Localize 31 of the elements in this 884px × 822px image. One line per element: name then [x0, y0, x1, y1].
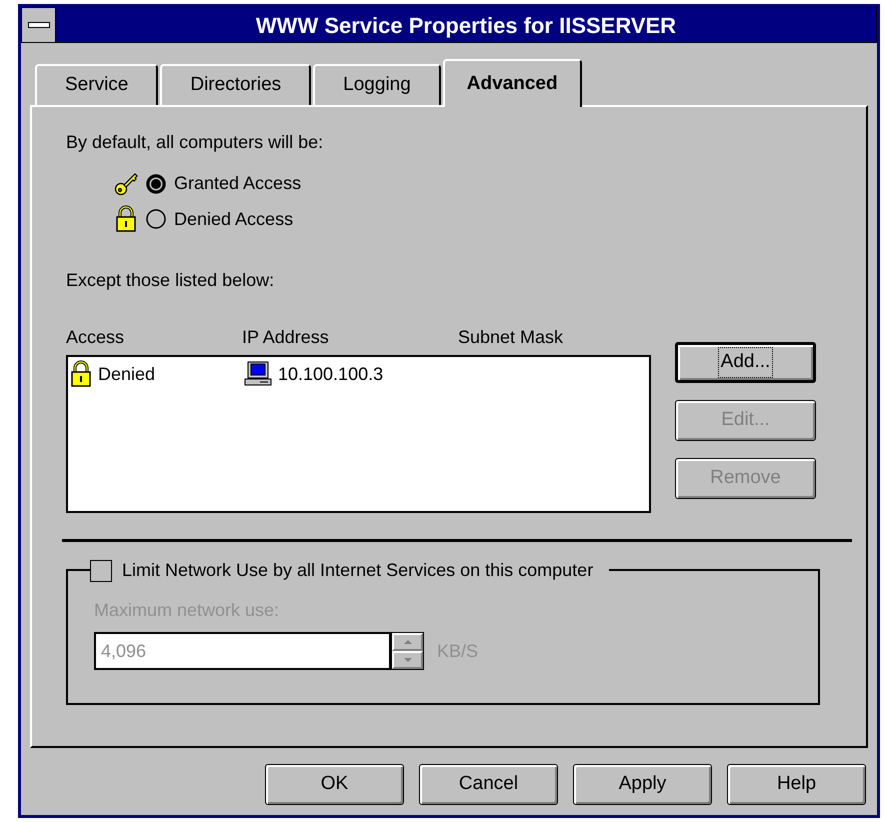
radio-label: Granted Access — [174, 172, 302, 195]
ip-address-cell-text: 10.100.100.3 — [278, 362, 384, 386]
column-header: IP Address — [242, 326, 330, 349]
column-header: Access — [66, 326, 126, 349]
radio-button[interactable] — [146, 209, 166, 229]
dialog-button[interactable]: Help — [727, 764, 866, 805]
padlock-icon — [70, 360, 92, 388]
column-header: Subnet Mask — [458, 326, 564, 349]
default-label: By default, all computers will be: — [66, 131, 324, 154]
computer-icon — [244, 361, 272, 387]
access-cell-text: Denied — [98, 362, 156, 386]
down-arrow-icon — [404, 658, 412, 662]
system-menu-button[interactable] — [22, 8, 56, 42]
up-arrow-icon — [404, 640, 412, 644]
key-icon — [113, 170, 139, 196]
tab[interactable]: Directories — [160, 64, 312, 105]
window-title: WWW Service Properties for IISSERVER — [254, 12, 678, 40]
padlock-icon — [115, 205, 137, 233]
list-row[interactable]: Denied 10.100.100.3 — [70, 359, 647, 389]
dialog-button[interactable]: Apply — [573, 764, 712, 805]
dialog-button[interactable]: Cancel — [419, 764, 558, 805]
tab[interactable]: Logging — [313, 64, 441, 105]
list-action-button[interactable]: Add... — [675, 342, 816, 383]
dialog-button[interactable]: OK — [265, 764, 404, 805]
radio-button[interactable] — [146, 174, 166, 194]
except-label: Except those listed below: — [66, 269, 276, 292]
tab[interactable]: Advanced — [442, 59, 582, 107]
radio-label: Denied Access — [174, 208, 294, 230]
minus-icon — [28, 22, 50, 28]
tab[interactable]: Service — [35, 64, 158, 105]
spin-control[interactable] — [391, 632, 424, 670]
